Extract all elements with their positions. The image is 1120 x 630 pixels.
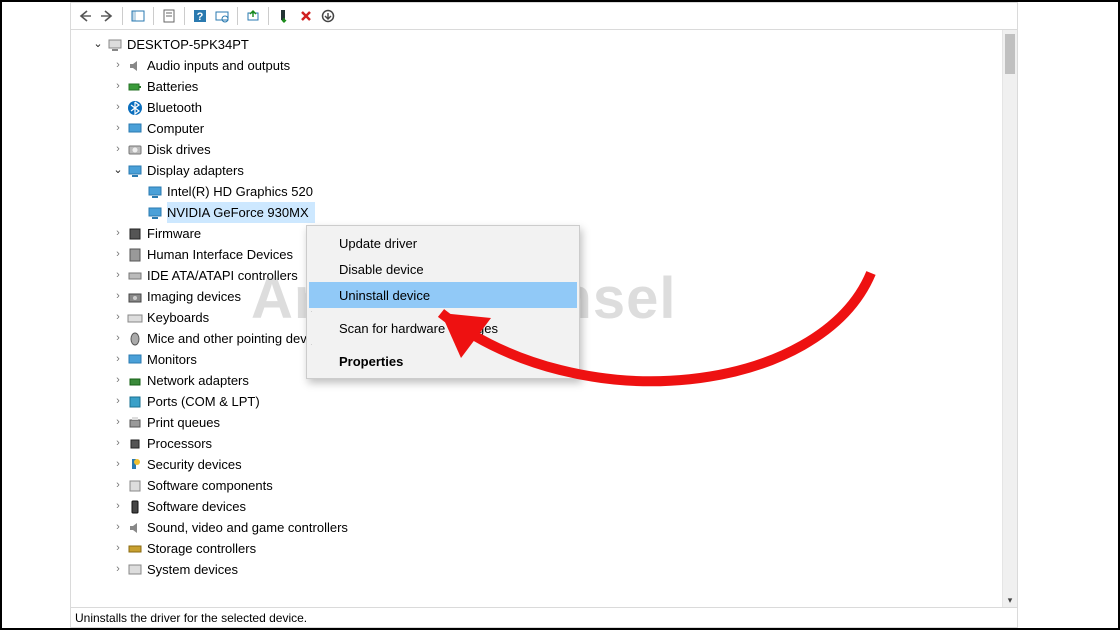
- security-icon: [127, 457, 143, 473]
- expand-icon[interactable]: ⌄: [111, 160, 125, 181]
- menu-separator: [311, 344, 312, 345]
- menu-separator: [311, 311, 312, 312]
- display-adapter-icon: [147, 184, 163, 200]
- expand-icon[interactable]: ›: [111, 244, 125, 265]
- status-text: Uninstalls the driver for the selected d…: [75, 611, 307, 625]
- back-button[interactable]: [75, 6, 95, 26]
- tree-item-computer[interactable]: ›Computer: [91, 118, 1003, 139]
- expand-icon[interactable]: ›: [111, 328, 125, 349]
- expand-icon[interactable]: ›: [111, 496, 125, 517]
- monitor-icon: [127, 121, 143, 137]
- uninstall-button[interactable]: [274, 6, 294, 26]
- printer-icon: [127, 415, 143, 431]
- expand-icon[interactable]: ›: [111, 349, 125, 370]
- tree-item-printq[interactable]: ›Print queues: [91, 412, 1003, 433]
- disk-icon: [127, 142, 143, 158]
- chip-icon: [127, 226, 143, 242]
- expand-icon[interactable]: ›: [111, 412, 125, 433]
- tree-item-bluetooth[interactable]: ›Bluetooth: [91, 97, 1003, 118]
- toolbar: ?: [71, 3, 1017, 30]
- tree-item-system[interactable]: ›System devices: [91, 559, 1003, 580]
- battery-icon: [127, 79, 143, 95]
- enable-button[interactable]: [318, 6, 338, 26]
- help-button[interactable]: ?: [190, 6, 210, 26]
- menu-uninstall-device[interactable]: Uninstall device: [309, 282, 577, 308]
- system-icon: [127, 562, 143, 578]
- display-adapter-icon: [147, 205, 163, 221]
- disable-button[interactable]: [296, 6, 316, 26]
- tree-item-processors[interactable]: ›Processors: [91, 433, 1003, 454]
- tree-item-sound[interactable]: ›Sound, video and game controllers: [91, 517, 1003, 538]
- vertical-scrollbar[interactable]: ▴ ▾: [1002, 30, 1017, 607]
- tree-item-nvidia[interactable]: ›NVIDIA GeForce 930MX: [91, 202, 1003, 223]
- expand-icon[interactable]: ›: [111, 370, 125, 391]
- tree-root[interactable]: ⌄ DESKTOP-5PK34PT: [91, 34, 1003, 55]
- tree-item-intel-hd[interactable]: ›Intel(R) HD Graphics 520: [91, 181, 1003, 202]
- keyboard-icon: [127, 310, 143, 326]
- expand-icon[interactable]: ⌄: [91, 34, 105, 55]
- tree-item-ports[interactable]: ›Ports (COM & LPT): [91, 391, 1003, 412]
- expand-icon[interactable]: ›: [111, 223, 125, 244]
- mouse-icon: [127, 331, 143, 347]
- expand-icon[interactable]: ›: [111, 454, 125, 475]
- status-bar: Uninstalls the driver for the selected d…: [71, 607, 1017, 627]
- speaker-icon: [127, 58, 143, 74]
- scroll-down-arrow[interactable]: ▾: [1003, 593, 1017, 607]
- expand-icon[interactable]: ›: [111, 97, 125, 118]
- expand-icon[interactable]: ›: [111, 517, 125, 538]
- expand-icon[interactable]: ›: [111, 538, 125, 559]
- menu-properties[interactable]: Properties: [309, 348, 577, 374]
- device-manager-window: ? ⌄ DESKTOP-5PK34PT ›Audio inputs and ou…: [70, 2, 1018, 628]
- monitor-icon: [127, 352, 143, 368]
- expand-icon[interactable]: ›: [111, 76, 125, 97]
- tree-item-batteries[interactable]: ›Batteries: [91, 76, 1003, 97]
- expand-icon[interactable]: ›: [111, 559, 125, 580]
- forward-button[interactable]: [97, 6, 117, 26]
- context-menu: Update driver Disable device Uninstall d…: [306, 225, 580, 379]
- expand-icon[interactable]: ›: [111, 433, 125, 454]
- scan-hardware-button[interactable]: [212, 6, 232, 26]
- menu-scan-hardware[interactable]: Scan for hardware changes: [309, 315, 577, 341]
- software-device-icon: [127, 499, 143, 515]
- sound-icon: [127, 520, 143, 536]
- display-adapter-icon: [127, 163, 143, 179]
- computer-icon: [107, 37, 123, 53]
- tree-item-audio[interactable]: ›Audio inputs and outputs: [91, 55, 1003, 76]
- tree-item-security[interactable]: ›Security devices: [91, 454, 1003, 475]
- menu-update-driver[interactable]: Update driver: [309, 230, 577, 256]
- expand-icon[interactable]: ›: [111, 265, 125, 286]
- cpu-icon: [127, 436, 143, 452]
- network-icon: [127, 373, 143, 389]
- bluetooth-icon: [127, 100, 143, 116]
- storage-icon: [127, 541, 143, 557]
- menu-disable-device[interactable]: Disable device: [309, 256, 577, 282]
- tree-item-storage[interactable]: ›Storage controllers: [91, 538, 1003, 559]
- expand-icon[interactable]: ›: [111, 139, 125, 160]
- screenshot-frame: ? ⌄ DESKTOP-5PK34PT ›Audio inputs and ou…: [0, 0, 1120, 630]
- expand-icon[interactable]: ›: [111, 118, 125, 139]
- hid-icon: [127, 247, 143, 263]
- update-driver-button[interactable]: [243, 6, 263, 26]
- tree-item-swcomp[interactable]: ›Software components: [91, 475, 1003, 496]
- expand-icon[interactable]: ›: [111, 286, 125, 307]
- tree-item-swdev[interactable]: ›Software devices: [91, 496, 1003, 517]
- expand-icon[interactable]: ›: [111, 391, 125, 412]
- scroll-thumb[interactable]: [1005, 34, 1015, 74]
- svg-text:?: ?: [197, 11, 204, 23]
- tree-item-disk[interactable]: ›Disk drives: [91, 139, 1003, 160]
- tree-item-display[interactable]: ⌄Display adapters: [91, 160, 1003, 181]
- expand-icon[interactable]: ›: [111, 475, 125, 496]
- expand-icon[interactable]: ›: [111, 307, 125, 328]
- expand-icon[interactable]: ›: [111, 55, 125, 76]
- ide-icon: [127, 268, 143, 284]
- tree-label: DESKTOP-5PK34PT: [127, 34, 255, 55]
- port-icon: [127, 394, 143, 410]
- properties-button[interactable]: [159, 6, 179, 26]
- camera-icon: [127, 289, 143, 305]
- show-hide-tree-button[interactable]: [128, 6, 148, 26]
- software-icon: [127, 478, 143, 494]
